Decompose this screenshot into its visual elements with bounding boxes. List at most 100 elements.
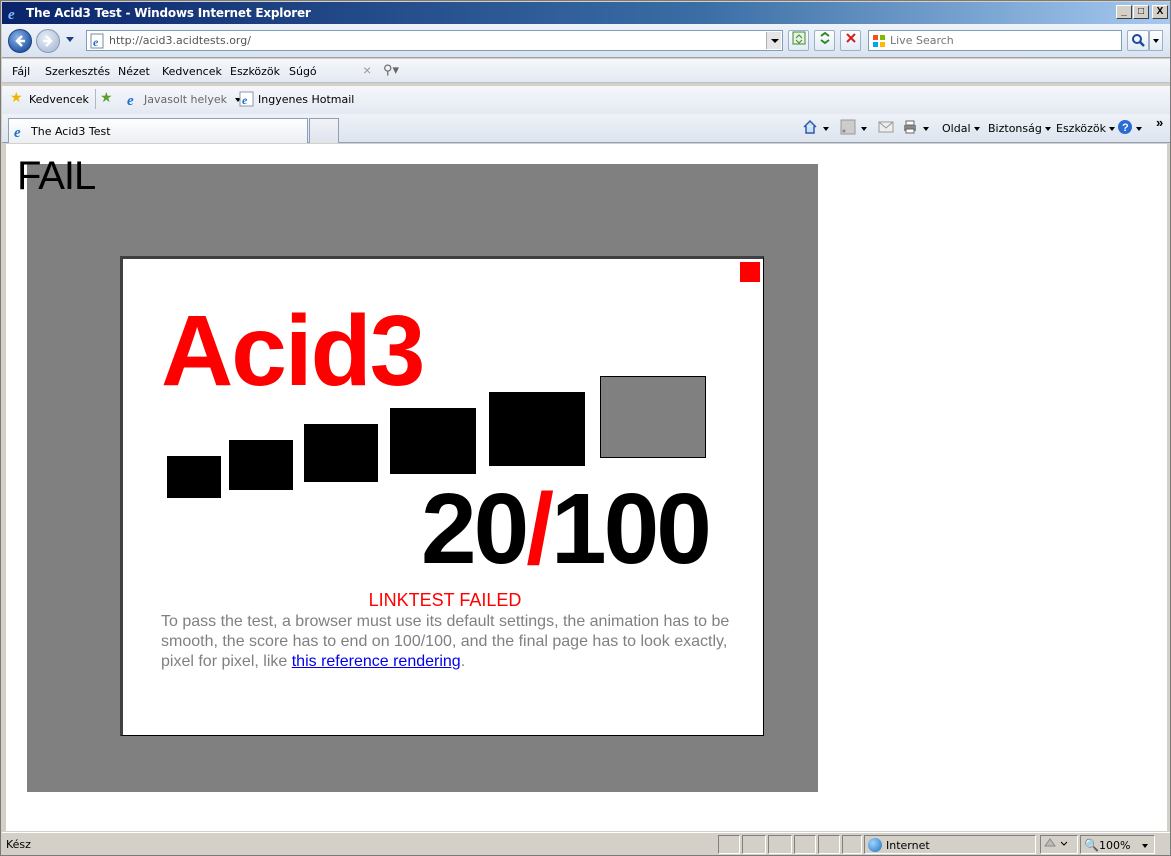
menu-favorites[interactable]: Kedvencek: [162, 65, 222, 78]
security-zone[interactable]: Internet: [864, 835, 1036, 854]
tools-menu[interactable]: Eszközök: [1056, 122, 1116, 135]
instructions-end: .: [460, 653, 466, 670]
instructions-text: To pass the test, a browser must use its…: [161, 612, 731, 672]
hotmail-link[interactable]: e Ingyenes Hotmail: [239, 91, 355, 107]
tab-label: The Acid3 Test: [31, 125, 111, 138]
search-button[interactable]: [1127, 30, 1149, 51]
zoom-control[interactable]: 🔍 100%: [1080, 835, 1155, 854]
status-text: Kész: [6, 838, 31, 851]
address-dropdown-button[interactable]: [766, 32, 781, 49]
close-toolbar-icon[interactable]: ×: [363, 62, 371, 78]
stop-button[interactable]: [840, 30, 861, 51]
red-square: [740, 262, 760, 282]
score-slash: /: [526, 473, 554, 585]
score-total: 100: [551, 473, 712, 585]
chevron-down-icon: [1044, 127, 1051, 131]
forward-arrow-icon: [43, 35, 53, 47]
bucket-6: [600, 376, 706, 458]
close-button[interactable]: X: [1152, 5, 1168, 19]
menu-help[interactable]: Súgó: [289, 65, 317, 78]
chevron-down-icon: [923, 127, 929, 131]
home-dropdown[interactable]: [820, 122, 829, 135]
globe-icon: [868, 838, 882, 852]
score-value: 20: [421, 473, 529, 585]
window-title: The Acid3 Test - Windows Internet Explor…: [26, 6, 311, 20]
chevron-more-icon[interactable]: »: [1156, 115, 1163, 130]
favorites-star-icon: ★: [10, 90, 23, 106]
favorites-bar: ★ Kedvencek ★ e Javasolt helyek e Ingyen…: [2, 86, 1170, 114]
tab-acid3[interactable]: e The Acid3 Test: [8, 118, 308, 143]
compatibility-view-button[interactable]: [788, 30, 809, 51]
menu-edit[interactable]: Szerkesztés: [45, 65, 110, 78]
back-arrow-icon: [15, 35, 25, 47]
feeds-icon[interactable]: [840, 119, 856, 135]
fail-label: FAIL: [17, 154, 96, 198]
gray-panel: Acid3 20/100 LINKTEST FAILED To pass the…: [27, 164, 818, 792]
svg-text:e: e: [8, 7, 15, 21]
ie-logo-icon: e: [8, 7, 15, 21]
hotmail-label: Ingyenes Hotmail: [258, 93, 355, 106]
print-dropdown[interactable]: [920, 122, 929, 135]
tools-menu-label: Eszközök: [1056, 122, 1107, 135]
favorites-label: Kedvencek: [29, 93, 89, 106]
title-bar[interactable]: e The Acid3 Test - Windows Internet Expl…: [2, 2, 1170, 24]
protected-mode-button[interactable]: [1040, 835, 1078, 854]
chevron-down-icon: [1142, 844, 1148, 848]
stop-icon: [845, 33, 856, 43]
bucket-2: [229, 440, 293, 490]
bucket-1: [167, 456, 221, 498]
address-field[interactable]: e http://acid3.acidtests.org/: [86, 30, 783, 51]
suggested-sites-link[interactable]: e Javasolt helyek: [125, 93, 241, 107]
bucket-3: [304, 424, 378, 482]
status-cell: [794, 835, 816, 854]
chevron-down-icon: [1136, 127, 1142, 131]
ie-page-icon: e: [127, 93, 134, 107]
new-tab-button[interactable]: [309, 118, 339, 143]
search-input[interactable]: [890, 33, 1118, 48]
suggested-sites-label: Javasolt helyek: [144, 93, 228, 106]
search-field[interactable]: [868, 30, 1122, 51]
reference-rendering-link[interactable]: this reference rendering: [292, 653, 461, 670]
favorites-button[interactable]: ★ Kedvencek: [10, 90, 89, 106]
status-cell: [818, 835, 840, 854]
add-favorite-icon: ★: [100, 90, 113, 106]
tab-row: e The Acid3 Test Oldal Biztonság Eszközö…: [2, 114, 1170, 143]
menu-tools[interactable]: Eszközök: [230, 65, 280, 78]
search-options-dropdown[interactable]: [1149, 30, 1163, 51]
bucket-4: [390, 408, 476, 474]
minimize-button[interactable]: _: [1116, 5, 1132, 19]
live-search-icon: [873, 35, 885, 47]
svg-text:e: e: [93, 35, 99, 49]
history-dropdown-icon[interactable]: [66, 37, 74, 42]
toolbar-search-icon[interactable]: ⚲▾: [383, 62, 411, 78]
svg-text:e: e: [14, 125, 21, 139]
mail-icon[interactable]: [878, 119, 894, 135]
browser-window: e The Acid3 Test - Windows Internet Expl…: [0, 0, 1171, 856]
status-message: LINKTEST FAILED: [368, 590, 522, 610]
print-icon[interactable]: [902, 119, 918, 135]
help-icon[interactable]: ?: [1117, 119, 1133, 135]
svg-text:e: e: [242, 93, 248, 107]
score: 20/100: [421, 479, 712, 579]
forward-button[interactable]: [36, 29, 60, 53]
compat-view-icon: [792, 31, 805, 45]
page-menu[interactable]: Oldal: [942, 122, 980, 135]
acid3-box: Acid3 20/100 LINKTEST FAILED To pass the…: [120, 256, 764, 736]
maximize-button[interactable]: □: [1133, 5, 1149, 19]
page-icon: e: [90, 33, 104, 49]
feeds-dropdown[interactable]: [858, 122, 867, 135]
status-cell: [718, 835, 740, 854]
help-dropdown[interactable]: [1133, 122, 1142, 135]
menu-file[interactable]: Fájl: [12, 65, 30, 78]
chevron-down-icon: [823, 127, 829, 131]
menu-view[interactable]: Nézet: [118, 65, 150, 78]
home-icon[interactable]: [802, 119, 818, 135]
refresh-button[interactable]: [814, 30, 835, 51]
back-button[interactable]: [8, 29, 32, 53]
address-toolbar: e http://acid3.acidtests.org/: [2, 24, 1170, 58]
acid3-title: Acid3: [161, 295, 425, 407]
safety-menu[interactable]: Biztonság: [988, 122, 1051, 135]
page-menu-label: Oldal: [942, 122, 971, 135]
status-cell: [768, 835, 792, 854]
chevron-down-icon: [861, 127, 867, 131]
